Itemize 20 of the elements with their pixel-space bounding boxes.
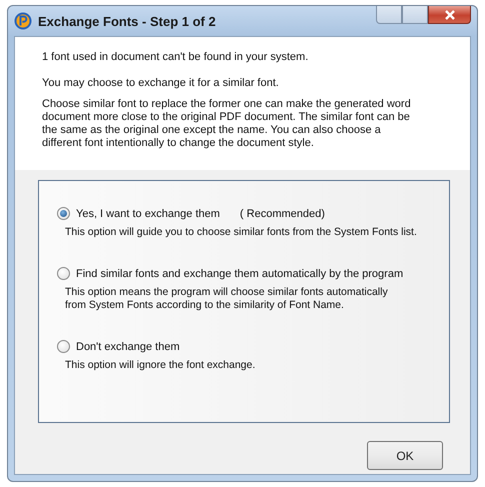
option-description: This option means the program will choose similar fonts automatically from System Fonts according to the similarity of Font Name. xyxy=(65,286,389,312)
window-title: Exchange Fonts - Step 1 of 2 xyxy=(38,14,216,28)
recommended-note: ( Recommended) xyxy=(240,208,325,220)
maximize-button[interactable] xyxy=(402,6,428,24)
minimize-button[interactable] xyxy=(376,6,402,24)
close-button[interactable] xyxy=(428,6,471,24)
ok-button[interactable]: OK xyxy=(367,441,443,470)
option-label[interactable]: Yes, I want to exchange them xyxy=(76,208,220,220)
radio-button[interactable] xyxy=(57,340,70,353)
intro-text: Choose similar font to replace the former one can make the generated word document more close to the original PDF document. The similar font can be the same as the original one except the name. You can also choose a different font intentionally to change the document style. xyxy=(42,98,412,150)
option-description: This option will guide you to choose similar fonts from the System Fonts list. xyxy=(65,226,418,239)
radio-button[interactable] xyxy=(57,207,70,220)
app-logo-icon xyxy=(14,12,32,30)
intro-text: You may choose to exchange it for a similar font. xyxy=(42,77,280,90)
option-description: This option will ignore the font exchange. xyxy=(65,359,256,372)
option-label[interactable]: Don't exchange them xyxy=(76,340,180,352)
intro-text: 1 font used in document can't be found in your system. xyxy=(42,51,310,64)
radio-button[interactable] xyxy=(57,267,70,280)
option-label[interactable]: Find similar fonts and exchange them automatically by the program xyxy=(76,268,404,280)
close-icon xyxy=(444,10,456,20)
